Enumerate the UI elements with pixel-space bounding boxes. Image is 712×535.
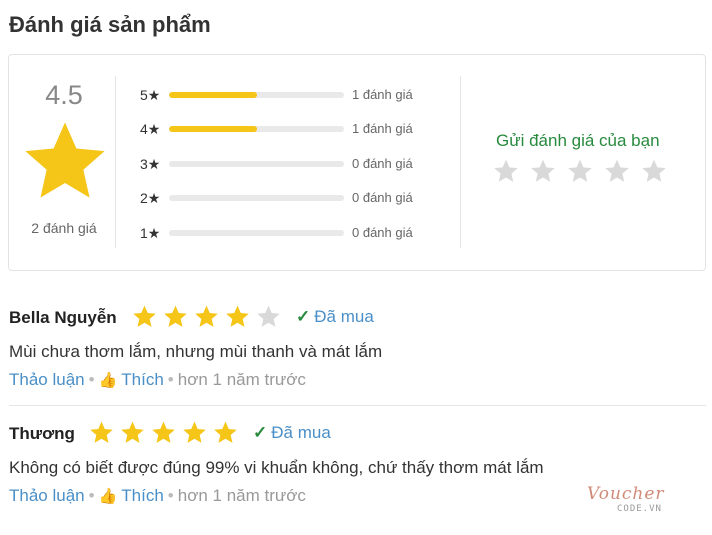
- review-time: hơn 1 năm trước: [177, 370, 306, 389]
- rating-bar: [169, 92, 344, 98]
- rating-level: 5★: [140, 87, 161, 103]
- review-divider: [9, 405, 706, 406]
- review-text: Mùi chưa thơm lắm, nhưng mùi thanh và má…: [9, 342, 383, 361]
- rating-level: 1★: [140, 225, 161, 241]
- rate-star-icon[interactable]: [604, 158, 630, 184]
- check-icon: ✓: [253, 423, 268, 442]
- divider: [460, 76, 461, 248]
- reviewer-name: Bella Nguyễn: [9, 308, 117, 327]
- rating-level: 4★: [140, 121, 161, 137]
- check-icon: ✓: [296, 307, 311, 326]
- rating-count: 1 đánh giá: [352, 87, 413, 102]
- rating-row-3: 3★ 0 đánh giá: [140, 154, 440, 174]
- star-icon: [133, 305, 156, 327]
- bought-badge: ✓ Đã mua: [296, 307, 374, 327]
- review-meta: Thảo luận • 👍 Thích • hơn 1 năm trước: [9, 486, 306, 506]
- reviewer-name: Thương: [9, 424, 75, 443]
- watermark-subtext: CODE.VN: [617, 504, 662, 514]
- rating-row-4: 4★ 1 đánh giá: [140, 119, 440, 139]
- thumbs-up-icon[interactable]: 👍: [99, 488, 118, 505]
- star-icon: [152, 421, 175, 443]
- rating-bar: [169, 195, 344, 201]
- rating-row-5: 5★ 1 đánh giá: [140, 85, 440, 105]
- review-time: hơn 1 năm trước: [177, 486, 306, 505]
- rate-star-icon[interactable]: [641, 158, 667, 184]
- discuss-link[interactable]: Thảo luận: [9, 486, 85, 505]
- rating-bar: [169, 161, 344, 167]
- star-icon: [121, 421, 144, 443]
- rate-star-icon[interactable]: [567, 158, 593, 184]
- review-text: Không có biết được đúng 99% vi khuẩn khô…: [9, 458, 544, 477]
- separator-dot: •: [167, 370, 174, 389]
- rating-count: 1 đánh giá: [352, 121, 413, 136]
- rating-bar-fill: [169, 126, 257, 132]
- watermark-text: Voucher: [587, 484, 665, 504]
- review-header: Thương ✓ Đã mua: [9, 418, 706, 448]
- divider: [115, 76, 116, 248]
- discuss-link[interactable]: Thảo luận: [9, 370, 85, 389]
- rating-level: 3★: [140, 156, 161, 172]
- rating-count: 0 đánh giá: [352, 190, 413, 205]
- separator-dot: •: [88, 370, 95, 389]
- star-icon: [214, 421, 237, 443]
- star-icon: [90, 421, 113, 443]
- review-header: Bella Nguyễn ✓ Đã mua: [9, 302, 706, 332]
- rate-star-icon[interactable]: [493, 158, 519, 184]
- like-link[interactable]: Thích: [121, 370, 164, 389]
- watermark-logo: Voucher CODE.VN: [585, 482, 695, 520]
- send-review-stars: [493, 158, 667, 184]
- separator-dot: •: [167, 486, 174, 505]
- rating-bar: [169, 126, 344, 132]
- rating-bar-fill: [169, 92, 257, 98]
- rating-level: 2★: [140, 190, 161, 206]
- like-link[interactable]: Thích: [121, 486, 164, 505]
- separator-dot: •: [88, 486, 95, 505]
- bought-label: Đã mua: [271, 423, 331, 442]
- star-icon: [164, 305, 187, 327]
- bought-label: Đã mua: [314, 307, 374, 326]
- thumbs-up-icon[interactable]: 👍: [99, 372, 118, 389]
- star-icon: [226, 305, 249, 327]
- star-icon: [183, 421, 206, 443]
- review-meta: Thảo luận • 👍 Thích • hơn 1 năm trước: [9, 370, 306, 390]
- rating-bar: [169, 230, 344, 236]
- average-rating: 4.5: [45, 80, 83, 110]
- review-stars: [89, 420, 238, 445]
- send-review-title[interactable]: Gửi đánh giá của bạn: [496, 131, 660, 151]
- star-icon: [257, 305, 280, 327]
- rating-count: 0 đánh giá: [352, 156, 413, 171]
- star-icon: [25, 122, 105, 198]
- total-reviews: 2 đánh giá: [31, 220, 97, 236]
- rating-count: 0 đánh giá: [352, 225, 413, 240]
- rating-row-1: 1★ 0 đánh giá: [140, 223, 440, 243]
- rating-row-2: 2★ 0 đánh giá: [140, 188, 440, 208]
- review-stars: [132, 304, 281, 329]
- rate-star-icon[interactable]: [530, 158, 556, 184]
- star-icon: [195, 305, 218, 327]
- bought-badge: ✓ Đã mua: [253, 423, 331, 443]
- section-title: Đánh giá sản phẩm: [9, 12, 211, 37]
